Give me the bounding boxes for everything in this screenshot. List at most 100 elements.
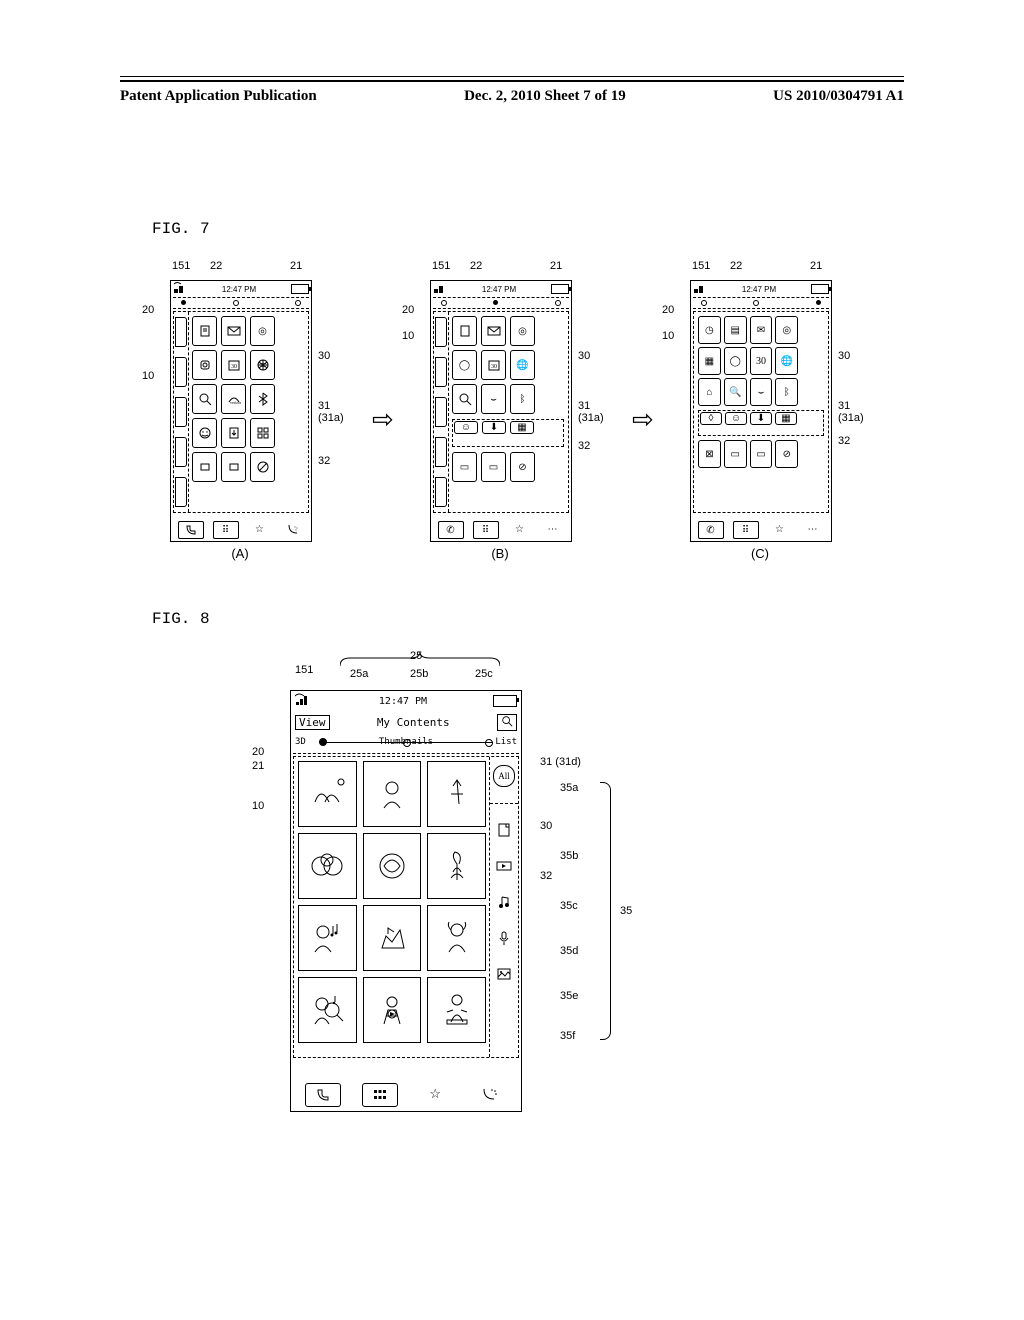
app-icon-globe[interactable]: 🌐: [510, 350, 535, 380]
app-icon-search[interactable]: [452, 384, 477, 414]
app-icon[interactable]: ▭: [724, 440, 747, 468]
app-icon-apps[interactable]: [250, 418, 275, 448]
app-icon-globe[interactable]: 🌐: [775, 347, 798, 375]
app-icon-search[interactable]: [192, 384, 217, 414]
app-icon-face[interactable]: ☺: [454, 421, 478, 434]
app-icon-download[interactable]: [221, 418, 246, 448]
nav-dial-icon[interactable]: ⋯: [801, 521, 825, 537]
side-tab[interactable]: [175, 357, 187, 387]
app-icon-envelope[interactable]: [481, 316, 506, 346]
thumbnail[interactable]: [427, 761, 486, 827]
app-icon-gear[interactable]: ◎: [510, 316, 535, 346]
app-icon-bluetooth[interactable]: ᛒ: [510, 384, 535, 414]
app-icon-block[interactable]: ⊘: [775, 440, 798, 468]
thumbnail[interactable]: [363, 833, 422, 899]
nav-phone-icon[interactable]: [178, 521, 204, 539]
thumbnail[interactable]: [427, 833, 486, 899]
app-icon-clock[interactable]: ◷: [698, 316, 721, 344]
app-icon-block[interactable]: [250, 452, 275, 482]
side-tab[interactable]: [435, 477, 447, 507]
category-doc-icon[interactable]: [494, 820, 514, 840]
app-icon[interactable]: ⊠: [698, 440, 721, 468]
app-icon-face[interactable]: [192, 418, 217, 448]
search-icon[interactable]: [497, 714, 517, 731]
thumbnail[interactable]: [427, 977, 486, 1043]
app-icon[interactable]: [192, 452, 217, 482]
thumbnail[interactable]: [363, 977, 422, 1043]
app-icon-download[interactable]: ⬇: [750, 412, 772, 425]
thumbnail[interactable]: [298, 905, 357, 971]
app-icon[interactable]: ◯: [452, 350, 477, 380]
app-icon[interactable]: ▭: [452, 452, 477, 482]
thumbnail[interactable]: [363, 761, 422, 827]
nav-dial-icon[interactable]: [281, 521, 305, 537]
nav-star-icon[interactable]: ☆: [418, 1083, 452, 1105]
side-tab[interactable]: [435, 397, 447, 427]
app-icon[interactable]: [221, 452, 246, 482]
app-icon[interactable]: ⌣: [481, 384, 506, 414]
nav-grid-icon[interactable]: ⠿: [213, 521, 239, 539]
app-icon[interactable]: [192, 350, 217, 380]
app-icon[interactable]: [452, 316, 477, 346]
nav-grid-icon[interactable]: ⠿: [473, 521, 499, 539]
thumbnail[interactable]: [298, 761, 357, 827]
app-icon-search[interactable]: 🔍: [724, 378, 747, 406]
side-tab[interactable]: [435, 317, 447, 347]
app-icon[interactable]: ▭: [481, 452, 506, 482]
app-icon-bluetooth[interactable]: [250, 384, 275, 414]
nav-phone-icon[interactable]: ✆: [698, 521, 724, 539]
thumbnail[interactable]: [363, 905, 422, 971]
app-icon[interactable]: ▦: [698, 347, 721, 375]
app-icon-envelope[interactable]: ✉: [750, 316, 773, 344]
app-icon[interactable]: ⌣: [750, 378, 773, 406]
app-icon[interactable]: ◯: [724, 347, 747, 375]
app-icon-download[interactable]: ⬇: [482, 421, 506, 434]
side-tab[interactable]: [435, 437, 447, 467]
app-icon[interactable]: ▭: [750, 440, 773, 468]
app-icon[interactable]: ▤: [724, 316, 747, 344]
thumbnail[interactable]: [298, 977, 357, 1043]
slider-tick: [403, 739, 411, 747]
app-icon-block[interactable]: ⊘: [510, 452, 535, 482]
app-icon-gear[interactable]: ◎: [775, 316, 798, 344]
app-icon[interactable]: [192, 316, 217, 346]
app-icon[interactable]: verizon: [221, 384, 246, 414]
app-icon-gear[interactable]: ◎: [250, 316, 275, 346]
nav-grid-icon[interactable]: ⠿: [733, 521, 759, 539]
view-mode-slider[interactable]: 3D Thumbnails List: [291, 733, 521, 751]
app-icon-bluetooth[interactable]: ᛒ: [775, 378, 798, 406]
nav-star-icon[interactable]: ☆: [768, 521, 792, 537]
app-icon-calendar[interactable]: 30: [750, 347, 773, 375]
category-image-icon[interactable]: [494, 964, 514, 984]
app-icon-envelope[interactable]: [221, 316, 246, 346]
app-icon-calendar[interactable]: 30: [221, 350, 246, 380]
nav-dial-icon[interactable]: ⋯: [541, 521, 565, 537]
category-video-icon[interactable]: [494, 856, 514, 876]
thumbnail[interactable]: [298, 833, 357, 899]
category-mic-icon[interactable]: [494, 928, 514, 948]
nav-star-icon[interactable]: ☆: [248, 521, 272, 537]
thumbnail[interactable]: [427, 905, 486, 971]
nav-grid-icon[interactable]: [362, 1083, 398, 1107]
side-tab[interactable]: [175, 477, 187, 507]
app-icon-calendar[interactable]: 30: [481, 350, 506, 380]
row-32-dashed: ☺ ⬇ ▦: [452, 419, 564, 447]
slider-knob[interactable]: [319, 738, 327, 746]
app-icon-apps[interactable]: ▦: [775, 412, 797, 425]
side-tab[interactable]: [435, 357, 447, 387]
category-music-icon[interactable]: [494, 892, 514, 912]
side-tab[interactable]: [175, 397, 187, 427]
app-icon-apps[interactable]: ▦: [510, 421, 534, 434]
app-icon[interactable]: ◊: [700, 412, 722, 425]
nav-dial-icon[interactable]: [473, 1083, 507, 1105]
app-icon-face[interactable]: ☺: [725, 412, 747, 425]
view-button[interactable]: View: [295, 715, 330, 730]
app-icon-home[interactable]: ⌂: [698, 378, 721, 406]
app-icon-globe[interactable]: [250, 350, 275, 380]
side-tab[interactable]: [175, 317, 187, 347]
side-tab[interactable]: [175, 437, 187, 467]
category-all[interactable]: All: [493, 765, 515, 787]
nav-phone-icon[interactable]: [305, 1083, 341, 1107]
nav-phone-icon[interactable]: ✆: [438, 521, 464, 539]
nav-star-icon[interactable]: ☆: [508, 521, 532, 537]
